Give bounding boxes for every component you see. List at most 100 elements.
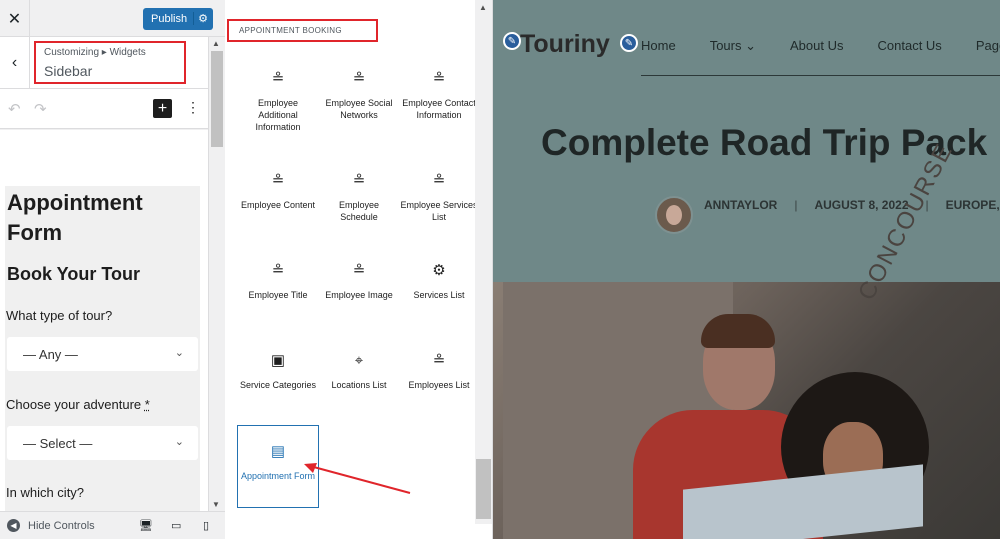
block-employee-title[interactable]: ≗ Employee Title — [238, 259, 318, 301]
customizer-footer: ◀ Hide Controls 🖥 ▭ ▯ — [0, 511, 225, 539]
hide-controls-button[interactable]: ◀ Hide Controls — [7, 519, 95, 532]
back-arrow-icon[interactable]: ‹ — [0, 37, 30, 89]
chevron-down-icon: ⌄ — [174, 347, 184, 359]
post-author[interactable]: ANNTAYLOR — [704, 198, 777, 212]
block-label: Employee Contact Information — [402, 98, 476, 120]
employee-icon: ≗ — [352, 172, 366, 189]
desktop-preview-icon[interactable]: 🖥 — [139, 519, 153, 532]
tour-type-label: What type of tour? — [6, 308, 113, 323]
block-label: Employee Image — [325, 290, 393, 300]
publish-button[interactable]: Publish ⚙ — [143, 8, 213, 30]
block-employee-schedule[interactable]: ≗ Employee Schedule — [319, 169, 399, 223]
publish-label: Publish — [151, 13, 188, 25]
editor-toolbar: ↶ ↷ + ⋮ — [0, 89, 208, 129]
block-label: Service Categories — [239, 380, 317, 390]
post-category[interactable]: EUROPE, TO — [946, 198, 1000, 212]
hide-controls-label: Hide Controls — [28, 519, 95, 532]
nav-tours-label: Tours — [709, 38, 742, 53]
person-hair — [701, 314, 775, 348]
adventure-select[interactable]: — Select — ⌄ — [7, 426, 198, 460]
avatar — [655, 196, 693, 234]
customizer-panel: ✕ Publish ⚙ ‹ Customizing ▸ Widgets Side… — [0, 0, 225, 539]
block-inserter-panel: APPOINTMENT BOOKING ≗ Employee Additiona… — [225, 0, 493, 539]
block-employee-content[interactable]: ≗ Employee Content — [238, 169, 318, 211]
block-service-categories[interactable]: ▣ Service Categories — [238, 349, 318, 391]
employee-icon: ≗ — [271, 262, 285, 279]
scroll-up-icon[interactable]: ▲ — [479, 3, 487, 12]
nav-page[interactable]: Page — [976, 38, 1000, 54]
block-label: Employee Social Networks — [325, 98, 393, 120]
block-label: Employee Content — [240, 200, 316, 210]
employee-icon: ≗ — [432, 172, 446, 189]
form-title: Appointment Form — [7, 190, 143, 245]
widget-editor-area: Appointment Form Book Your Tour What typ… — [0, 130, 208, 511]
employee-icon: ≗ — [271, 172, 285, 189]
more-options-icon[interactable]: ⋮ — [186, 99, 200, 116]
block-services-list[interactable]: ⚙ Services List — [399, 259, 479, 301]
add-block-button[interactable]: + — [153, 99, 172, 118]
employee-icon: ≗ — [432, 70, 446, 87]
required-marker: * — [144, 397, 150, 412]
tour-type-value: — Any — — [23, 346, 78, 362]
adventure-label-text: Choose your adventure — [6, 397, 142, 412]
adventure-value: — Select — — [23, 435, 93, 451]
block-employee-contact-information[interactable]: ≗ Employee Contact Information — [399, 67, 479, 121]
block-label: Employee Services List — [400, 200, 478, 222]
adventure-label: Choose your adventure * — [6, 397, 150, 412]
edit-shortcut-icon[interactable]: ✎ — [620, 34, 638, 52]
employee-icon: ≗ — [271, 70, 285, 87]
customizer-scrollbar[interactable]: ▲ ▼ — [208, 37, 225, 511]
scrollbar-thumb[interactable] — [476, 459, 491, 519]
inserter-scrollbar[interactable]: ▲ — [475, 0, 492, 524]
customizer-topbar: ✕ Publish ⚙ — [0, 0, 225, 37]
nav-home[interactable]: Home — [641, 38, 676, 54]
collapse-icon: ◀ — [7, 519, 20, 532]
post-title: Complete Road Trip Pack — [541, 122, 988, 163]
tablet-preview-icon[interactable]: ▭ — [171, 519, 181, 532]
city-label: In which city? — [6, 485, 85, 500]
customizer-header: ‹ Customizing ▸ Widgets Sidebar — [0, 37, 208, 89]
block-employee-social-networks[interactable]: ≗ Employee Social Networks — [319, 67, 399, 121]
undo-icon[interactable]: ↶ — [8, 100, 21, 118]
block-label: Locations List — [331, 380, 387, 390]
breadcrumb: Customizing ▸ Widgets — [44, 47, 146, 58]
mobile-preview-icon[interactable]: ▯ — [203, 519, 209, 532]
meta-separator: | — [794, 198, 798, 212]
block-employee-additional-information[interactable]: ≗ Employee Additional Information — [238, 67, 318, 133]
employee-icon: ≗ — [352, 70, 366, 87]
block-category-label: APPOINTMENT BOOKING — [227, 19, 378, 42]
block-label: Employee Schedule — [338, 200, 380, 222]
nav-about[interactable]: About Us — [790, 38, 843, 54]
main-nav: Home Tours ⌄ About Us Contact Us Page — [641, 38, 1000, 54]
scrollbar-thumb[interactable] — [211, 51, 223, 147]
scroll-up-icon[interactable]: ▲ — [212, 39, 220, 48]
gear-icon[interactable]: ⚙ — [193, 12, 208, 25]
edit-shortcut-icon[interactable]: ✎ — [503, 32, 521, 50]
block-employee-services-list[interactable]: ≗ Employee Services List — [399, 169, 479, 223]
logo-text: Touriny — [520, 30, 610, 58]
breadcrumb-highlight: Customizing ▸ Widgets Sidebar — [34, 41, 186, 84]
form-subtitle: Book Your Tour — [7, 264, 140, 284]
site-preview: Touriny ✎ ✎ Home Tours ⌄ About Us Contac… — [493, 0, 1000, 539]
close-icon[interactable]: ✕ — [0, 0, 30, 37]
calendar-form-icon: ▤ — [270, 443, 286, 460]
tour-type-select[interactable]: — Any — ⌄ — [7, 337, 198, 371]
chevron-down-icon: ⌄ — [174, 436, 184, 448]
block-label: Services List — [413, 290, 465, 300]
block-locations-list[interactable]: ⌖ Locations List — [319, 349, 399, 391]
scroll-down-icon[interactable]: ▼ — [212, 500, 220, 509]
block-label: Employee Title — [248, 290, 308, 300]
services-gear-icon: ⚙ — [432, 262, 446, 279]
block-label: Employee Additional Information — [255, 98, 301, 132]
block-employees-list[interactable]: ≗ Employees List — [399, 349, 479, 391]
block-label: Employees List — [408, 380, 470, 390]
annotation-arrow — [304, 463, 411, 494]
redo-icon[interactable]: ↷ — [34, 100, 47, 118]
nav-tours[interactable]: Tours ⌄ — [710, 38, 756, 54]
chevron-down-icon: ⌄ — [745, 38, 757, 53]
employee-icon: ≗ — [432, 352, 446, 369]
nav-divider — [641, 75, 1000, 76]
location-icon: ⌖ — [354, 351, 364, 369]
block-employee-image[interactable]: ≗ Employee Image — [319, 259, 399, 301]
nav-contact[interactable]: Contact Us — [878, 38, 942, 54]
